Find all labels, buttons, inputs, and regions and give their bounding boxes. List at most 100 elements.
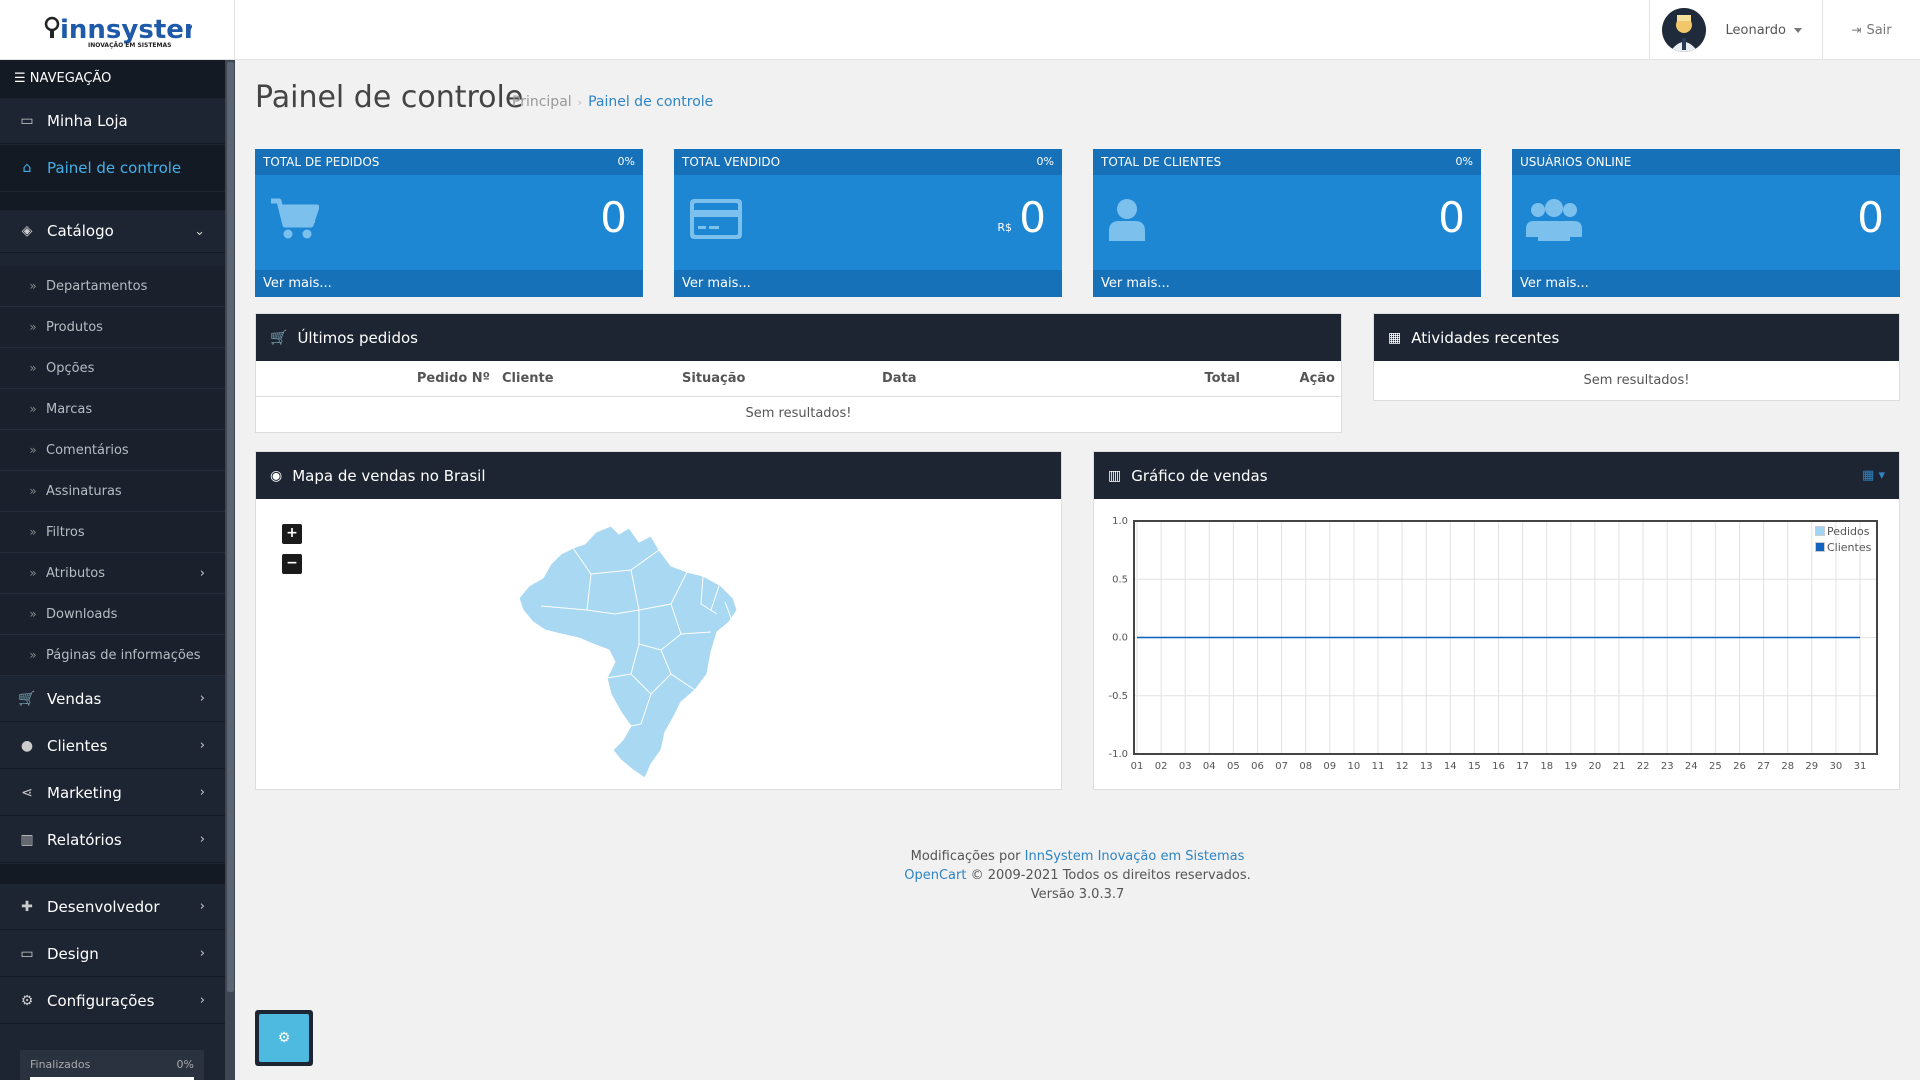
x-tick-label: 08 bbox=[1299, 761, 1312, 772]
sales-line-chart: 1.0 0.5 0.0 -0.5 -1.001 02 03 04 05 06 07 08 09 10 11 1… bbox=[1108, 516, 1878, 772]
tile-footer: Ver mais... bbox=[1093, 270, 1481, 297]
x-tick-label: 22 bbox=[1637, 761, 1650, 772]
desktop-icon: ▭ bbox=[20, 945, 34, 962]
main-content: Painel de controle Principal › Painel de c… bbox=[235, 60, 1920, 1080]
zoom-out-button[interactable]: − bbox=[282, 554, 302, 574]
angle-right-icon: » bbox=[29, 525, 37, 539]
chevron-right-icon: › bbox=[199, 785, 205, 800]
credit-card-icon bbox=[688, 197, 744, 245]
col-pedido: Pedido Nº bbox=[256, 361, 496, 397]
tile-value: 0 bbox=[1438, 193, 1465, 242]
sidebar-subitem-paginas[interactable]: » Páginas de informações bbox=[0, 635, 225, 676]
legend-item-clientes: Clientes bbox=[1815, 540, 1871, 556]
sidebar-item-catalogo[interactable]: ◈ Catálogo ⌄ bbox=[0, 210, 225, 253]
ver-mais-link[interactable]: Ver mais... bbox=[1101, 276, 1170, 291]
sidebar-subitem-departamentos[interactable]: » Departamentos bbox=[0, 266, 225, 307]
nav-heading[interactable]: ☰ NAVEGAÇÃO bbox=[0, 60, 225, 98]
sidebar-subitem-comentarios[interactable]: » Comentários bbox=[0, 430, 225, 471]
sidebar-item-vendas[interactable]: 🛒 Vendas › bbox=[0, 676, 225, 722]
sidebar-item-design[interactable]: ▭ Design › bbox=[0, 931, 225, 977]
sidebar: ☰ NAVEGAÇÃO ▭ Minha Loja ⌂ Painel de contr… bbox=[0, 60, 235, 1080]
tile-total-vendido: TOTAL VENDIDO 0% R$ 0 Ver mais... bbox=[674, 149, 1062, 297]
x-tick-label: 14 bbox=[1444, 761, 1457, 772]
x-tick-label: 04 bbox=[1203, 761, 1216, 772]
col-data: Data bbox=[876, 361, 1076, 397]
sidebar-subitem-opcoes[interactable]: » Opções bbox=[0, 348, 225, 389]
sidebar-subitem-label: Marcas bbox=[46, 401, 93, 417]
sidebar-item-configuracoes[interactable]: ⚙ Configurações › bbox=[0, 978, 225, 1024]
x-tick-label: 13 bbox=[1420, 761, 1433, 772]
x-tick-label: 09 bbox=[1323, 761, 1336, 772]
legend-swatch bbox=[1815, 542, 1825, 552]
tile-total-pedidos: TOTAL DE PEDIDOS 0% 0 Ver mais... bbox=[255, 149, 643, 297]
innsystem-link[interactable]: InnSystem Inovação em Sistemas bbox=[1025, 849, 1245, 864]
breadcrumb-current[interactable]: Painel de controle bbox=[588, 94, 713, 110]
tile-header: TOTAL DE CLIENTES 0% bbox=[1093, 149, 1481, 175]
sidebar-subitem-atributos[interactable]: » Atributos › bbox=[0, 553, 225, 594]
settings-button[interactable]: ⚙ bbox=[255, 1010, 313, 1066]
progress-box: Finalizados 0% bbox=[20, 1050, 204, 1080]
chevron-right-icon: › bbox=[199, 946, 205, 961]
sidebar-item-relatorios[interactable]: ▥ Relatórios › bbox=[0, 817, 225, 863]
panel-header: 🛒 Últimos pedidos bbox=[256, 314, 1341, 361]
desktop-icon: ▭ bbox=[20, 112, 34, 129]
caret-down-icon bbox=[1794, 27, 1802, 33]
zoom-in-button[interactable]: + bbox=[282, 524, 302, 544]
sidebar-scrollbar-thumb[interactable] bbox=[227, 62, 234, 992]
sidebar-item-desenvolvedor[interactable]: ✚ Desenvolvedor › bbox=[0, 884, 225, 930]
x-tick-label: 05 bbox=[1227, 761, 1240, 772]
breadcrumb-home[interactable]: Principal bbox=[512, 94, 572, 110]
sidebar-item-clientes[interactable]: ● Clientes › bbox=[0, 723, 225, 769]
panel-title: Atividades recentes bbox=[1411, 328, 1560, 347]
x-tick-label: 10 bbox=[1348, 761, 1361, 772]
top-header: innsystem INOVAÇÃO EM SISTEMAS Leonardo … bbox=[0, 0, 1920, 60]
footer-line-2: OpenCart © 2009-2021 Todos os direitos r… bbox=[235, 866, 1920, 885]
page-title: Painel de controle bbox=[255, 80, 524, 115]
nav-heading-label: NAVEGAÇÃO bbox=[29, 71, 112, 86]
x-tick-label: 19 bbox=[1564, 761, 1577, 772]
sidebar-subitem-assinaturas[interactable]: » Assinaturas bbox=[0, 471, 225, 512]
ver-mais-link[interactable]: Ver mais... bbox=[682, 276, 751, 291]
empty-message: Sem resultados! bbox=[1583, 373, 1690, 388]
sidebar-subitem-label: Filtros bbox=[46, 524, 85, 540]
currency-label: R$ bbox=[997, 221, 1012, 234]
ver-mais-link[interactable]: Ver mais... bbox=[1520, 276, 1589, 291]
x-tick-label: 12 bbox=[1396, 761, 1409, 772]
tile-footer: Ver mais... bbox=[674, 270, 1062, 297]
sidebar-subitem-downloads[interactable]: » Downloads bbox=[0, 594, 225, 635]
sidebar-item-minha-loja[interactable]: ▭ Minha Loja bbox=[0, 98, 225, 144]
sidebar-item-label: Painel de controle bbox=[47, 158, 182, 177]
logo[interactable]: innsystem INOVAÇÃO EM SISTEMAS bbox=[0, 0, 235, 60]
tile-value: 0 bbox=[1019, 193, 1046, 242]
sidebar-subitem-marcas[interactable]: » Marcas bbox=[0, 389, 225, 430]
sidebar-item-painel[interactable]: ⌂ Painel de controle bbox=[0, 145, 225, 191]
x-tick-label: 24 bbox=[1685, 761, 1698, 772]
users-icon bbox=[1526, 197, 1582, 245]
share-icon: ⋖ bbox=[21, 784, 33, 801]
cart-icon: 🛒 bbox=[270, 329, 288, 346]
brazil-map[interactable] bbox=[511, 514, 771, 784]
sidebar-item-label: Marketing bbox=[47, 783, 122, 802]
panel-header: ▦ Atividades recentes bbox=[1374, 314, 1899, 361]
ver-mais-link[interactable]: Ver mais... bbox=[263, 276, 332, 291]
tile-value: 0 bbox=[600, 193, 627, 242]
tile-percent: 0% bbox=[1455, 155, 1473, 168]
logout-button[interactable]: ⇥ Sair bbox=[1822, 0, 1920, 60]
sign-out-icon: ⇥ bbox=[1851, 23, 1862, 37]
chevron-right-icon: › bbox=[199, 899, 205, 914]
sidebar-subitem-produtos[interactable]: » Produtos bbox=[0, 307, 225, 348]
angle-right-icon: » bbox=[29, 279, 37, 293]
user-menu[interactable]: Leonardo bbox=[1648, 0, 1823, 60]
opencart-link[interactable]: OpenCart bbox=[904, 868, 966, 883]
sidebar-subitem-filtros[interactable]: » Filtros bbox=[0, 512, 225, 553]
avatar[interactable] bbox=[1661, 8, 1706, 52]
tile-title: TOTAL VENDIDO bbox=[682, 155, 781, 169]
calendar-dropdown-icon[interactable]: ▦ ▾ bbox=[1862, 468, 1885, 483]
sidebar-item-marketing[interactable]: ⋖ Marketing › bbox=[0, 770, 225, 816]
tile-percent: 0% bbox=[617, 155, 635, 168]
tile-footer: Ver mais... bbox=[255, 270, 643, 297]
breadcrumb-separator: › bbox=[577, 96, 583, 109]
home-icon: ⌂ bbox=[22, 159, 32, 176]
sidebar-item-label: Clientes bbox=[47, 736, 108, 755]
sidebar-item-label: Design bbox=[47, 944, 99, 963]
